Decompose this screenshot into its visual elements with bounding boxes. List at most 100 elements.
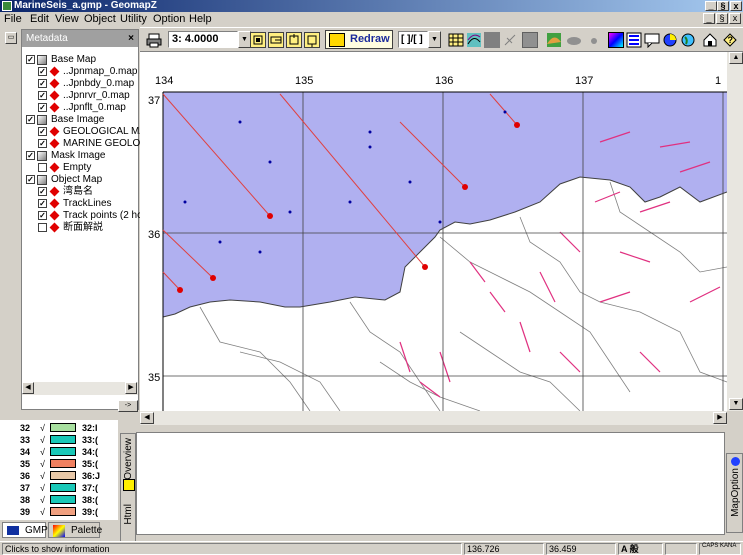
palette-swatch[interactable] (50, 447, 76, 456)
palette-check[interactable]: √ (40, 458, 45, 470)
comment-icon[interactable] (644, 32, 660, 49)
layer-checkbox[interactable]: ✓ (26, 55, 35, 64)
palette-check[interactable]: √ (40, 494, 45, 506)
palette-swatch[interactable] (50, 423, 76, 432)
palette-row[interactable]: 38 √ 38:( (0, 494, 118, 506)
map-canvas[interactable]: 134 135 136 137 1 37 36 35 (140, 52, 727, 411)
zoom-window-icon[interactable] (286, 32, 302, 48)
palette-row[interactable]: 39 √ 39:( (0, 506, 118, 518)
menu-object[interactable]: Object (84, 13, 116, 26)
palette-check[interactable]: √ (40, 434, 45, 446)
fill-icon[interactable] (484, 32, 500, 48)
layer-checkbox[interactable]: ✓ (26, 115, 35, 124)
overview-tab[interactable]: Overview (123, 438, 134, 480)
palette-row[interactable]: 37 √ 37:( (0, 482, 118, 494)
menu-utility[interactable]: Utility (120, 13, 147, 26)
layer-checkbox[interactable]: ✓ (26, 175, 35, 184)
layer-checkbox[interactable]: ✓ (38, 67, 47, 76)
redraw-button[interactable]: Redraw (325, 30, 393, 49)
layer-checkbox[interactable]: ✓ (26, 151, 35, 160)
overview-lock-icon (123, 479, 135, 491)
pie-icon[interactable] (662, 32, 678, 48)
color-table-icon[interactable] (608, 32, 624, 48)
palette-row[interactable]: 33 √ 33:( (0, 434, 118, 446)
mode-field[interactable]: [ ]/[ ] (398, 31, 428, 48)
zoom-extent-icon[interactable] (304, 32, 320, 48)
palette-swatch[interactable] (50, 495, 76, 504)
scroll-down-button[interactable]: ▼ (729, 398, 743, 410)
menu-edit[interactable]: Edit (30, 13, 49, 26)
palette-swatch[interactable] (50, 435, 76, 444)
map-scroll-right-button[interactable]: ▶ (713, 412, 727, 424)
palette-check[interactable]: √ (40, 446, 45, 458)
globe-icon[interactable] (680, 32, 696, 48)
layer-checkbox[interactable]: ✓ (38, 103, 47, 112)
dot-icon[interactable] (586, 32, 602, 48)
scroll-right-button[interactable]: ▶ (125, 382, 137, 394)
palette-swatch[interactable] (50, 459, 76, 468)
palette-icon (53, 525, 65, 537)
mdi-close-button[interactable]: x (729, 13, 741, 24)
html-tab[interactable]: Html (123, 504, 134, 525)
palette-check[interactable]: √ (40, 422, 45, 434)
map-svg[interactable]: 134 135 136 137 1373635 (140, 52, 727, 411)
arrow-button[interactable]: -> (118, 400, 138, 412)
grid-icon[interactable] (448, 32, 464, 48)
palette-check[interactable]: √ (40, 470, 45, 482)
zoom-in-icon[interactable] (250, 32, 266, 48)
legend-icon[interactable] (626, 32, 642, 48)
close-button[interactable]: x (730, 1, 742, 11)
scroll-up-button[interactable]: ▲ (729, 52, 743, 64)
layer-checkbox[interactable] (38, 223, 47, 232)
palette-check[interactable]: √ (40, 482, 45, 494)
terrain-icon[interactable] (546, 32, 562, 48)
menu-option[interactable]: Option (153, 13, 185, 26)
help-icon[interactable]: ? (722, 32, 738, 48)
html-view-pane[interactable] (136, 432, 725, 535)
palette-swatch[interactable] (50, 483, 76, 492)
layer-checkbox[interactable]: ✓ (38, 211, 47, 220)
ime-tools-icon[interactable] (665, 543, 697, 555)
contour-icon[interactable] (466, 32, 482, 48)
palette-swatch[interactable] (50, 507, 76, 516)
map-vertical-scrollbar[interactable]: ▲ ▼ (727, 52, 743, 411)
layer-checkbox[interactable]: ✓ (38, 127, 47, 136)
layer-checkbox[interactable]: ✓ (38, 79, 47, 88)
palette-row[interactable]: 34 √ 34:( (0, 446, 118, 458)
scale-field[interactable]: 3: 4.0000 (168, 31, 238, 48)
home-icon[interactable] (702, 32, 718, 48)
mode-dropdown[interactable]: ▼ (428, 31, 441, 48)
pen-icon[interactable] (502, 32, 518, 48)
mdi-restore-button[interactable]: § (716, 13, 728, 24)
collapse-button[interactable]: ▭ (5, 32, 17, 44)
scroll-left-button[interactable]: ◀ (22, 382, 34, 394)
mdi-minimize-button[interactable]: _ (703, 13, 715, 24)
layer-checkbox[interactable]: ✓ (38, 187, 47, 196)
ime-indicator[interactable]: A 般 (618, 543, 663, 555)
close-icon[interactable]: × (128, 30, 134, 47)
tab-gmp[interactable]: GMP (2, 522, 48, 538)
layer-checkbox[interactable]: ✓ (38, 91, 47, 100)
map-scroll-left-button[interactable]: ◀ (140, 412, 154, 424)
palette-swatch[interactable] (50, 471, 76, 480)
print-icon[interactable] (146, 32, 162, 48)
tab-palette[interactable]: Palette (48, 522, 102, 538)
menu-file[interactable]: File (4, 13, 22, 26)
map-horizontal-scrollbar[interactable]: ◀ ▶ (140, 411, 727, 425)
palette-row[interactable]: 35 √ 35:( (0, 458, 118, 470)
menu-view[interactable]: View (55, 13, 79, 26)
palette-row[interactable]: 36 √ 36:J (0, 470, 118, 482)
menu-help[interactable]: Help (189, 13, 212, 26)
zoom-out-icon[interactable] (268, 32, 284, 48)
palette-row[interactable]: 32 √ 32:I (0, 422, 118, 434)
layer-checkbox[interactable]: ✓ (38, 199, 47, 208)
layer-icon[interactable] (522, 32, 538, 48)
layer-checkbox[interactable]: ✓ (38, 139, 47, 148)
minimize-button[interactable]: _ (705, 1, 717, 11)
cloud-icon[interactable] (566, 32, 582, 48)
maximize-button[interactable]: § (717, 1, 729, 11)
layer-checkbox[interactable] (38, 163, 47, 172)
palette-check[interactable]: √ (40, 506, 45, 518)
panel-horizontal-scrollbar[interactable]: ◀ ▶ (22, 382, 138, 395)
mapoption-tab[interactable]: MapOption (730, 468, 741, 517)
